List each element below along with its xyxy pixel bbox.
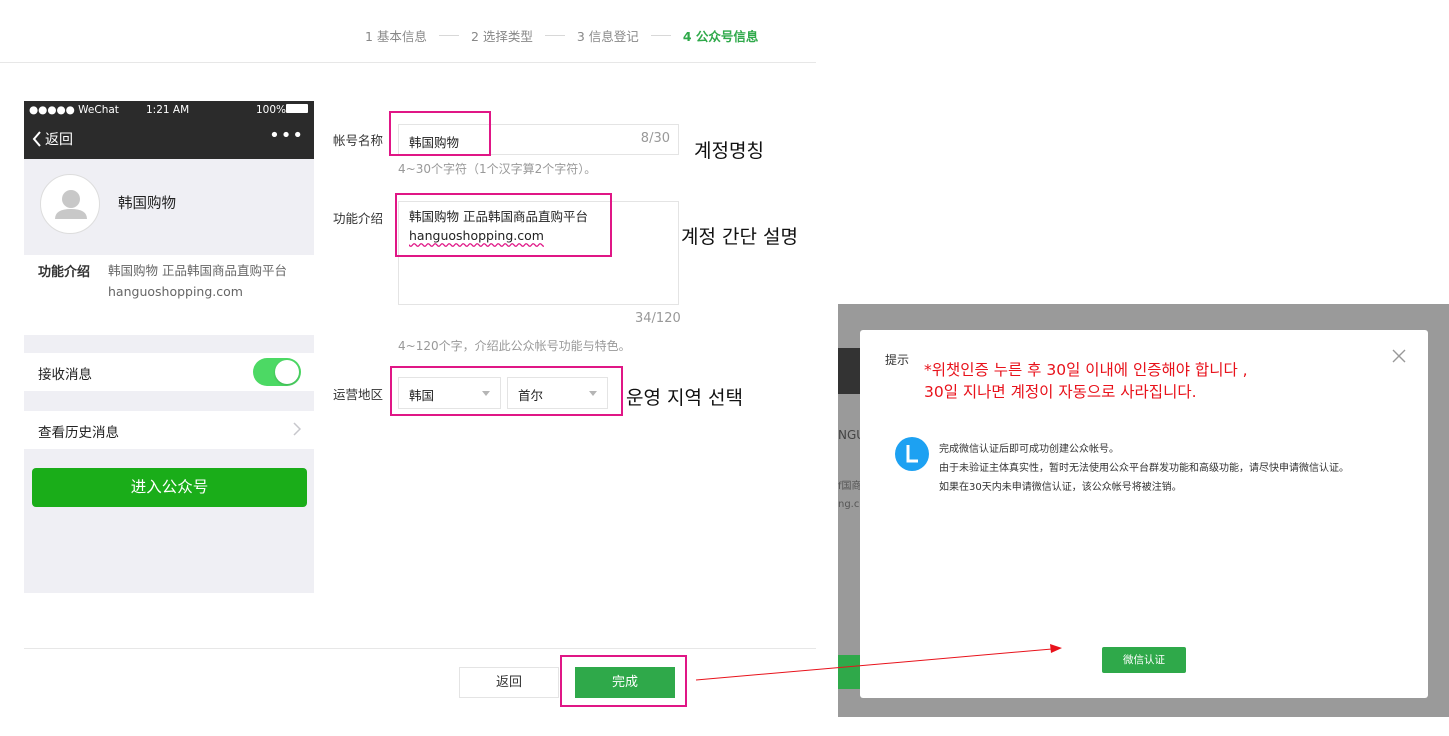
wechat-verify-dialog: 提示 *위챗인증 누른 후 30일 이내에 인증해야 합니다 , 30일 지나면… [860,330,1428,698]
highlight-box [395,193,612,257]
progress-stepper: 1 基本信息 2 选择类型 3 信息登记 4 公众号信息 [365,26,758,45]
battery-text: 100% [256,104,287,116]
phone-intro-section: 功能介绍 韩国购物 正品韩国商品直购平台 hanguoshopping.com [24,255,314,335]
dialog-body-line: 由于未验证主体真实性，暂时无法使用公众平台群发功能和高级功能，请尽快申请微信认证… [939,463,1349,474]
history-row[interactable]: 查看历史消息 [24,411,314,449]
backdrop-green-block [838,655,860,689]
phone-intro-text: 韩国购物 正品韩国商品直购平台 hanguoshopping.com [108,260,308,302]
phone-account-name: 韩国购物 [118,196,176,212]
chevron-right-icon [293,422,301,436]
status-time: 1:21 AM [146,104,190,116]
receive-messages-label: 接收消息 [38,367,92,383]
highlight-box [390,366,623,416]
phone-preview: ●●●●● WeChat 1:21 AM 100% 返回 ••• 韩国购物 功能… [24,101,314,593]
step-separator [438,35,459,36]
avatar [40,174,100,234]
phone-intro-label: 功能介绍 [38,265,91,280]
name-annotation: 계정명칭 [694,140,764,162]
enter-account-button[interactable]: 进入公众号 [32,468,307,507]
more-icon[interactable]: ••• [269,125,304,146]
phone-back-button[interactable]: 返回 [32,129,73,149]
close-icon[interactable] [1392,349,1406,363]
name-hint: 4~30个字符（1个汉字算2个字符）。 [398,162,597,176]
step-separator [650,35,671,36]
receive-messages-row: 接收消息 [24,353,314,391]
dialog-body-line: 如果在30天内未申请微信认证，该公众帐号将被注销。 [939,482,1182,493]
intro-annotation: 계정 간단 설명 [681,226,798,248]
step-basic-info: 1 基本信息 [365,29,427,44]
divider [0,62,816,63]
phone-intro-line: 韩国购物 正品韩国商品直购平台 [108,263,287,278]
screenshot-root: 1 基本信息 2 选择类型 3 信息登记 4 公众号信息 ●●●●● WeCha… [0,0,1449,736]
divider [24,648,816,649]
dialog-body-line: 完成微信认证后即可成功创建公众帐号。 [939,444,1119,455]
highlight-box [560,655,687,707]
history-label: 查看历史消息 [38,425,119,441]
highlight-box [389,111,491,156]
back-button[interactable]: 返回 [459,667,559,698]
phone-intro-line: hanguoshopping.com [108,284,243,299]
phone-back-label: 返回 [45,132,73,148]
dialog-title: 提示 [885,353,910,367]
phone-nav-bar: 返回 ••• [24,121,314,159]
phone-profile: 韩国购物 [24,159,314,255]
user-icon [55,190,87,219]
phone-status-bar: ●●●●● WeChat 1:21 AM 100% [24,101,314,121]
intro-counter: 34/120 [635,311,681,326]
info-icon [895,437,929,471]
backdrop-dark-block [838,348,860,394]
receive-messages-toggle[interactable] [253,358,301,386]
step-info-register: 3 信息登记 [576,29,639,44]
step-select-type: 2 选择类型 [470,29,533,44]
intro-hint: 4~120个字，介绍此公众帐号功能与特色。 [398,339,631,353]
carrier-text: ●●●●● WeChat [29,104,119,116]
chevron-left-icon [32,131,41,147]
battery-icon [286,104,308,113]
warning-line: *위챗인증 누른 후 30일 이내에 인증해야 합니다 , [924,361,1248,379]
step-separator [544,35,565,36]
warning-line: 30일 지나면 계정이 자동으로 사라집니다. [924,383,1197,401]
name-counter: 8/30 [640,131,670,146]
step-account-info: 4 公众号信息 [682,29,759,44]
name-label: 帐号名称 [333,133,384,148]
dialog-body: 完成微信认证后即可成功创建公众帐号。 由于未验证主体真实性，暂时无法使用公众平台… [939,440,1349,497]
region-label: 运营地区 [333,387,384,402]
warning-note: *위챗인증 누른 후 30일 이내에 인증해야 합니다 , 30일 지나면 계정… [924,359,1248,403]
region-annotation: 운영 지역 선택 [626,387,743,409]
wechat-verify-button[interactable]: 微信认证 [1102,647,1186,673]
intro-label: 功能介绍 [333,211,384,226]
